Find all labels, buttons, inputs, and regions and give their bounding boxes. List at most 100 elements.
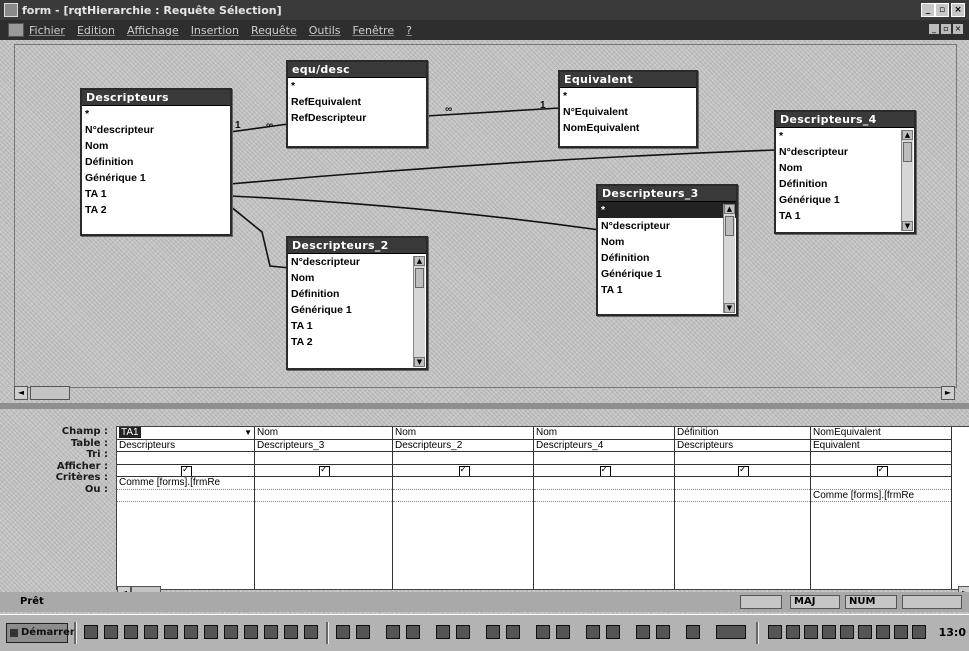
field-list-scrollbar[interactable]: ▲ ▼ — [723, 204, 735, 313]
field-item[interactable]: RefEquivalent — [291, 94, 426, 110]
field-item[interactable]: Nom — [85, 138, 230, 154]
field-item[interactable]: Nom — [601, 234, 736, 250]
show-checkbox[interactable] — [738, 465, 749, 477]
field-item[interactable]: Définition — [291, 286, 426, 302]
task-button-icon[interactable] — [586, 625, 600, 639]
show-checkbox[interactable] — [181, 465, 192, 477]
show-cell[interactable] — [255, 465, 392, 477]
field-item[interactable]: Nom — [779, 160, 914, 176]
menu-affichage[interactable]: Affichage — [127, 24, 179, 37]
grid-column-2[interactable]: Nom Descripteurs_3 — [255, 427, 393, 589]
or-cell[interactable] — [393, 490, 533, 502]
field-item[interactable]: Générique 1 — [779, 192, 914, 208]
scroll-thumb[interactable] — [903, 142, 912, 162]
scroll-down-arrow-icon[interactable]: ▼ — [724, 303, 735, 313]
task-button-icon[interactable] — [336, 625, 350, 639]
field-list-scrollbar[interactable]: ▲ ▼ — [901, 130, 913, 231]
field-cell[interactable]: NomEquivalent — [811, 427, 951, 440]
table-title[interactable]: Descripteurs_3 — [598, 186, 736, 202]
field-item[interactable]: * — [291, 78, 426, 94]
tray-icon[interactable] — [894, 625, 908, 639]
access-app-icon[interactable] — [4, 3, 18, 17]
table-cell[interactable]: Descripteurs_4 — [534, 440, 674, 452]
task-button-icon[interactable] — [456, 625, 470, 639]
scroll-up-arrow-icon[interactable]: ▲ — [414, 256, 425, 266]
quicklaunch-icon[interactable] — [144, 625, 158, 639]
table-cell[interactable]: Descripteurs — [675, 440, 810, 452]
field-item[interactable]: RefDescripteur — [291, 110, 426, 126]
tray-icon[interactable] — [840, 625, 854, 639]
sort-cell[interactable] — [393, 452, 533, 465]
field-item[interactable]: TA 1 — [779, 208, 914, 224]
criteria-cell[interactable] — [675, 477, 810, 490]
criteria-cell[interactable] — [534, 477, 674, 490]
sort-cell[interactable] — [534, 452, 674, 465]
window-title-bar[interactable]: form - [rqtHierarchie : Requête Sélectio… — [0, 0, 969, 20]
field-cell[interactable]: Nom — [393, 427, 533, 440]
quicklaunch-icon[interactable] — [204, 625, 218, 639]
field-item[interactable]: Générique 1 — [85, 170, 230, 186]
field-cell[interactable]: TA1 ▼ — [117, 427, 254, 440]
field-item[interactable]: NomEquivalent — [563, 120, 696, 136]
menu-fenetre[interactable]: Fenêtre — [353, 24, 395, 37]
menu-outils[interactable]: Outils — [309, 24, 341, 37]
table-title[interactable]: equ/desc — [288, 62, 426, 78]
tray-icon[interactable] — [804, 625, 818, 639]
table-cell[interactable]: Equivalent — [811, 440, 951, 452]
task-button-icon[interactable] — [386, 625, 400, 639]
task-button-icon[interactable] — [536, 625, 550, 639]
grid-column-6[interactable]: NomEquivalent Equivalent Comme [forms].[… — [811, 427, 952, 589]
criteria-cell[interactable] — [811, 477, 951, 490]
start-button[interactable]: Démarrer — [6, 623, 75, 643]
show-cell[interactable] — [811, 465, 951, 477]
or-cell[interactable]: Comme [forms].[frmRe — [811, 490, 951, 502]
task-button-icon[interactable] — [656, 625, 670, 639]
table-title[interactable]: Descripteurs_4 — [776, 112, 914, 128]
quicklaunch-icon[interactable] — [284, 625, 298, 639]
doc-restore-button[interactable]: ▫ — [941, 24, 951, 34]
grid-column-empty[interactable] — [952, 427, 969, 589]
menu-edition[interactable]: Edition — [77, 24, 115, 37]
quicklaunch-icon[interactable] — [124, 625, 138, 639]
show-checkbox[interactable] — [319, 465, 330, 477]
field-item[interactable]: N°descripteur — [601, 218, 736, 234]
scroll-thumb[interactable] — [30, 386, 70, 400]
scroll-thumb[interactable] — [725, 216, 734, 236]
task-button-icon[interactable] — [556, 625, 570, 639]
quicklaunch-icon[interactable] — [184, 625, 198, 639]
task-button-icon[interactable] — [406, 625, 420, 639]
field-item[interactable]: Nom — [291, 270, 426, 286]
sort-cell[interactable] — [675, 452, 810, 465]
task-button-icon[interactable] — [356, 625, 370, 639]
criteria-cell[interactable]: Comme [forms].[frmRe — [117, 477, 254, 490]
field-item[interactable]: TA 1 — [85, 186, 230, 202]
quicklaunch-icon[interactable] — [84, 625, 98, 639]
sort-cell[interactable] — [811, 452, 951, 465]
dropdown-arrow-icon[interactable]: ▼ — [244, 427, 254, 439]
field-item[interactable]: * — [85, 106, 230, 122]
or-cell[interactable] — [255, 490, 392, 502]
pane-splitter[interactable] — [0, 403, 969, 409]
show-cell[interactable] — [534, 465, 674, 477]
menu-requete[interactable]: Requête — [251, 24, 297, 37]
grid-column-1[interactable]: TA1 ▼ Descripteurs Comme [forms].[frmRe — [117, 427, 255, 589]
query-document-icon[interactable] — [8, 23, 24, 37]
scroll-right-arrow-icon[interactable]: ► — [941, 386, 955, 400]
quicklaunch-icon[interactable] — [304, 625, 318, 639]
quicklaunch-icon[interactable] — [104, 625, 118, 639]
scroll-left-arrow-icon[interactable]: ◄ — [14, 386, 28, 400]
table-descripteurs[interactable]: Descripteurs * N°descripteur Nom Définit… — [80, 88, 232, 236]
show-checkbox[interactable] — [876, 465, 888, 477]
tray-icon[interactable] — [768, 625, 782, 639]
field-item[interactable]: TA 1 — [291, 318, 426, 334]
menu-fichier[interactable]: Fichier — [29, 24, 65, 37]
quicklaunch-icon[interactable] — [164, 625, 178, 639]
table-cell[interactable]: Descripteurs_2 — [393, 440, 533, 452]
tray-icon[interactable] — [786, 625, 800, 639]
field-item[interactable]: * — [779, 128, 914, 144]
menu-help[interactable]: ? — [406, 24, 412, 37]
tray-icon[interactable] — [858, 625, 872, 639]
table-title[interactable]: Descripteurs — [82, 90, 230, 106]
tray-icon[interactable] — [876, 625, 890, 639]
task-button-icon[interactable] — [636, 625, 650, 639]
